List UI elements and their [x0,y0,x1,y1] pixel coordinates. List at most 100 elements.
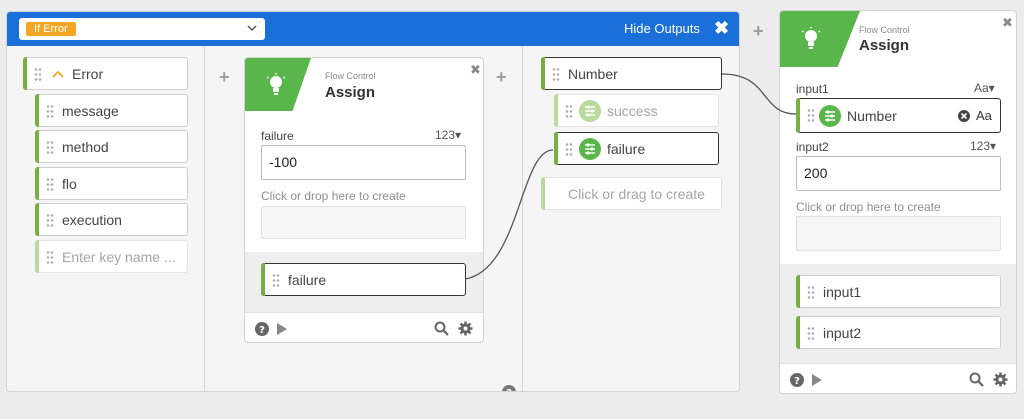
create-hint: Click or drop here to create [261,189,406,203]
output-label: input2 [823,325,862,341]
field-type-select[interactable]: 123▾ [970,139,996,153]
svg-text:?: ? [794,376,800,387]
hide-outputs-button[interactable]: Hide Outputs [624,21,700,36]
create-hint: Click or drop here to create [796,200,941,214]
row-accent [23,57,27,90]
play-icon[interactable] [811,373,823,387]
error-key-label: method [62,139,109,155]
chip-type-label: Aa [976,108,992,123]
drag-handle-icon[interactable] [46,140,54,154]
drag-handle-icon[interactable] [272,273,280,287]
assign-tile: Flow Control Assign ✖ failure 123▾ -100 … [244,57,484,343]
search-icon[interactable] [434,321,449,336]
close-icon[interactable]: ✖ [714,18,729,38]
column-divider [522,46,523,391]
output-row-input1[interactable]: input1 [796,275,1001,308]
output-group-number[interactable]: Number [541,57,722,90]
field-label: input1 [796,82,829,96]
scope-type-select[interactable]: If Error [19,18,265,40]
output-group-label: Number [568,66,618,82]
drop-zone[interactable] [796,216,1001,251]
field-type-select[interactable]: 123▾ [435,128,461,142]
drag-handle-icon[interactable] [565,104,573,118]
input2-value-input[interactable]: 200 [796,156,1001,191]
output-label: success [607,103,658,119]
drag-handle-icon[interactable] [807,108,815,122]
drag-handle-icon[interactable] [46,177,54,191]
input2-value: 200 [804,165,828,181]
field-type-select[interactable]: Aa▾ [974,81,995,95]
play-icon[interactable] [276,322,288,336]
add-step-plus-icon[interactable]: + [496,68,507,86]
svg-text:?: ? [506,388,512,392]
scope-header: If Error Hide Outputs ✖ [7,12,739,46]
drag-handle-icon[interactable] [46,213,54,227]
gear-icon[interactable] [993,372,1008,387]
failure-value-input[interactable]: -100 [261,145,466,180]
drag-handle-icon [46,250,54,264]
drag-handle-icon[interactable] [46,104,54,118]
chevron-up-icon[interactable] [52,70,64,78]
help-icon[interactable]: ? [790,373,804,387]
mapped-value-label: Number [847,108,897,124]
failure-value: -100 [269,154,298,170]
tile-title: Assign [859,37,910,54]
input1-mapped-chip[interactable]: Number Aa [796,98,1001,133]
output-label: input1 [823,284,862,300]
tile-category: Flow Control [859,25,910,35]
key-name-input[interactable]: Enter key name ... [35,240,188,273]
key-name-placeholder: Enter key name ... [62,249,176,265]
add-step-plus-icon[interactable]: + [219,68,230,86]
field-label: failure [261,129,294,143]
close-icon[interactable]: ✖ [1002,15,1013,31]
tile-title: Assign [325,84,376,101]
tile-footer: ? [780,363,1016,393]
tile-outputs: input1 input2 [780,264,1016,363]
create-output-dropzone[interactable]: Click or drag to create [541,177,722,210]
error-group-row[interactable]: Error [23,57,188,90]
lightbulb-icon [266,73,286,95]
help-icon[interactable]: ? [502,385,516,392]
scope-type-badge: If Error [26,22,76,36]
error-key-row[interactable]: flo [35,167,188,200]
error-key-row[interactable]: method [35,130,188,163]
close-icon[interactable]: ✖ [470,62,481,78]
output-label: failure [288,272,327,288]
output-label: failure [607,141,646,157]
output-row-success[interactable]: success [554,94,719,127]
search-icon[interactable] [969,372,984,387]
if-error-scope: If Error Hide Outputs ✖ Error message me… [6,11,740,392]
mapper-icon [819,105,841,127]
error-key-label: execution [62,212,122,228]
error-key-label: flo [62,176,77,192]
error-key-row[interactable]: message [35,94,188,127]
error-group-label: Error [72,66,104,82]
tile-outputs: failure [245,252,483,312]
drag-handle-icon[interactable] [552,67,560,81]
tile-footer: ? [245,312,483,342]
mapper-icon [579,138,601,160]
error-key-row[interactable]: execution [35,203,188,236]
create-output-label: Click or drag to create [568,186,705,202]
output-row-failure[interactable]: failure [261,263,466,296]
field-label: input2 [796,140,829,154]
gear-icon[interactable] [458,321,473,336]
help-icon[interactable]: ? [255,322,269,336]
column-divider [204,46,205,391]
drag-handle-icon[interactable] [565,142,573,156]
mapper-icon [579,100,601,122]
drag-handle-icon[interactable] [34,67,42,81]
chevron-down-icon [247,25,257,32]
svg-text:?: ? [259,325,265,336]
tile-category: Flow Control [325,71,376,81]
error-key-label: message [62,103,119,119]
lightbulb-icon [801,27,821,49]
clear-icon[interactable] [958,110,970,122]
assign-tile-right: Flow Control Assign ✖ input1 Aa▾ Number … [779,10,1017,394]
drag-handle-icon[interactable] [807,285,815,299]
output-row-input2[interactable]: input2 [796,316,1001,349]
output-row-failure[interactable]: failure [554,132,719,165]
drop-zone[interactable] [261,206,466,239]
drag-handle-icon[interactable] [807,326,815,340]
add-step-plus-icon[interactable]: + [753,22,764,40]
